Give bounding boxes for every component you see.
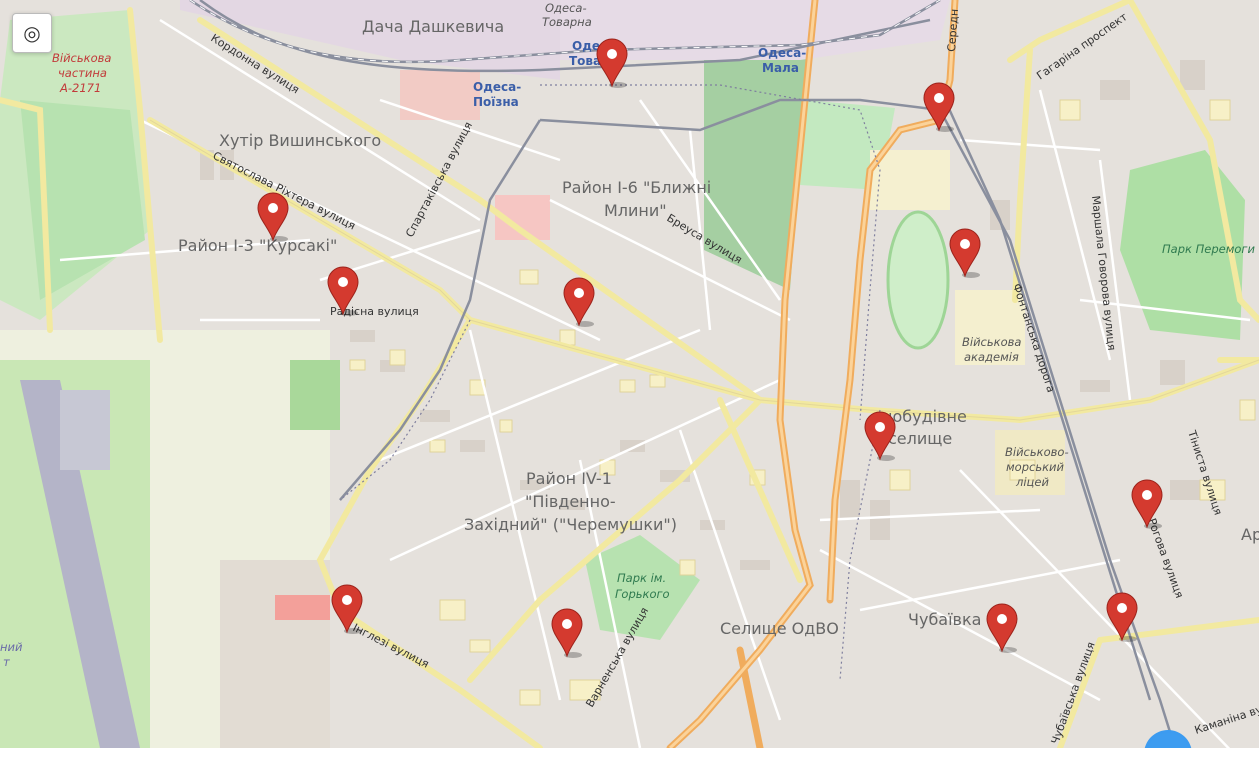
- district-selyshche-odvo: Селище ОдВО: [720, 619, 839, 638]
- edge-label-t: т: [3, 655, 10, 669]
- academy-label-1: Військова: [962, 335, 1021, 349]
- station-tova-2: Това: [569, 54, 601, 68]
- district-cheremushky-1: Район IV-1: [526, 469, 612, 488]
- lyceum-label-3: ліцей: [1015, 475, 1049, 489]
- marker-dot: [562, 619, 572, 629]
- district-cheremushky-2: "Південно-: [525, 492, 616, 511]
- district-kursaki: Район І-3 "Курсакі": [178, 236, 337, 255]
- edge-label-ny: ний: [0, 640, 23, 654]
- military-label-3: А-2171: [59, 81, 101, 95]
- apron: [60, 390, 110, 470]
- marker-dot: [1117, 603, 1127, 613]
- edge-label-ar: Ар: [1241, 525, 1259, 544]
- district-dacha-dashkevycha: Дача Дашкевича: [362, 17, 504, 36]
- marker-dot: [997, 614, 1007, 624]
- marker-dot: [1142, 490, 1152, 500]
- marker-dot: [338, 277, 348, 287]
- district-cheremushky-3: Західний" ("Черемушки"): [464, 515, 677, 534]
- station-poizna-1: Одеса-: [473, 80, 521, 94]
- district-khutir-vyshynskoho: Хутір Вишинського: [219, 131, 381, 150]
- target-icon: ◎: [23, 21, 41, 45]
- station-mala-2: Мала: [762, 61, 799, 75]
- stadium: [886, 210, 950, 350]
- pink-block-2: [400, 70, 480, 120]
- marker-dot: [875, 422, 885, 432]
- locate-button[interactable]: ◎: [12, 13, 52, 53]
- park-peremohy-label: Парк Перемоги: [1162, 242, 1255, 256]
- park-gorkogo-label-1: Парк ім.: [617, 571, 666, 585]
- district-blyzhni-mlyny-1: Район І-6 "Ближні: [562, 178, 711, 197]
- academy-label-2: академія: [964, 350, 1019, 364]
- district-chubaivka: Чубаївка: [908, 610, 981, 629]
- military-label-2: частина: [58, 66, 107, 80]
- marker-dot: [574, 288, 584, 298]
- map-canvas[interactable]: Дача Дашкевича Хутір Вишинського Район І…: [0, 0, 1259, 748]
- grass-patch: [290, 360, 340, 430]
- marker-dot: [268, 203, 278, 213]
- map-tiles: Дача Дашкевича Хутір Вишинського Район І…: [0, 0, 1259, 748]
- district-blyzhni-mlyny-2: Млини": [604, 201, 667, 220]
- station-tovarna-2: Товарна: [542, 15, 592, 29]
- bottom-strip: [0, 748, 1259, 770]
- station-mala-1: Одеса-: [758, 46, 806, 60]
- station-poizna-2: Поїзна: [473, 95, 519, 109]
- marker-dot: [934, 93, 944, 103]
- station-tovarna-1: Одеса-: [545, 1, 587, 15]
- military-label-1: Військова: [52, 51, 111, 65]
- lyceum-label-2: морський: [1006, 460, 1065, 474]
- pink-block-3: [275, 595, 330, 620]
- marker-dot: [607, 49, 617, 59]
- park-gorkogo-label-2: Горького: [615, 587, 670, 601]
- industrial-area: [220, 560, 330, 748]
- district-budivne-2: селище: [888, 429, 952, 448]
- marker-dot: [960, 239, 970, 249]
- lyceum-label-1: Військово-: [1005, 445, 1069, 459]
- marker-dot: [342, 595, 352, 605]
